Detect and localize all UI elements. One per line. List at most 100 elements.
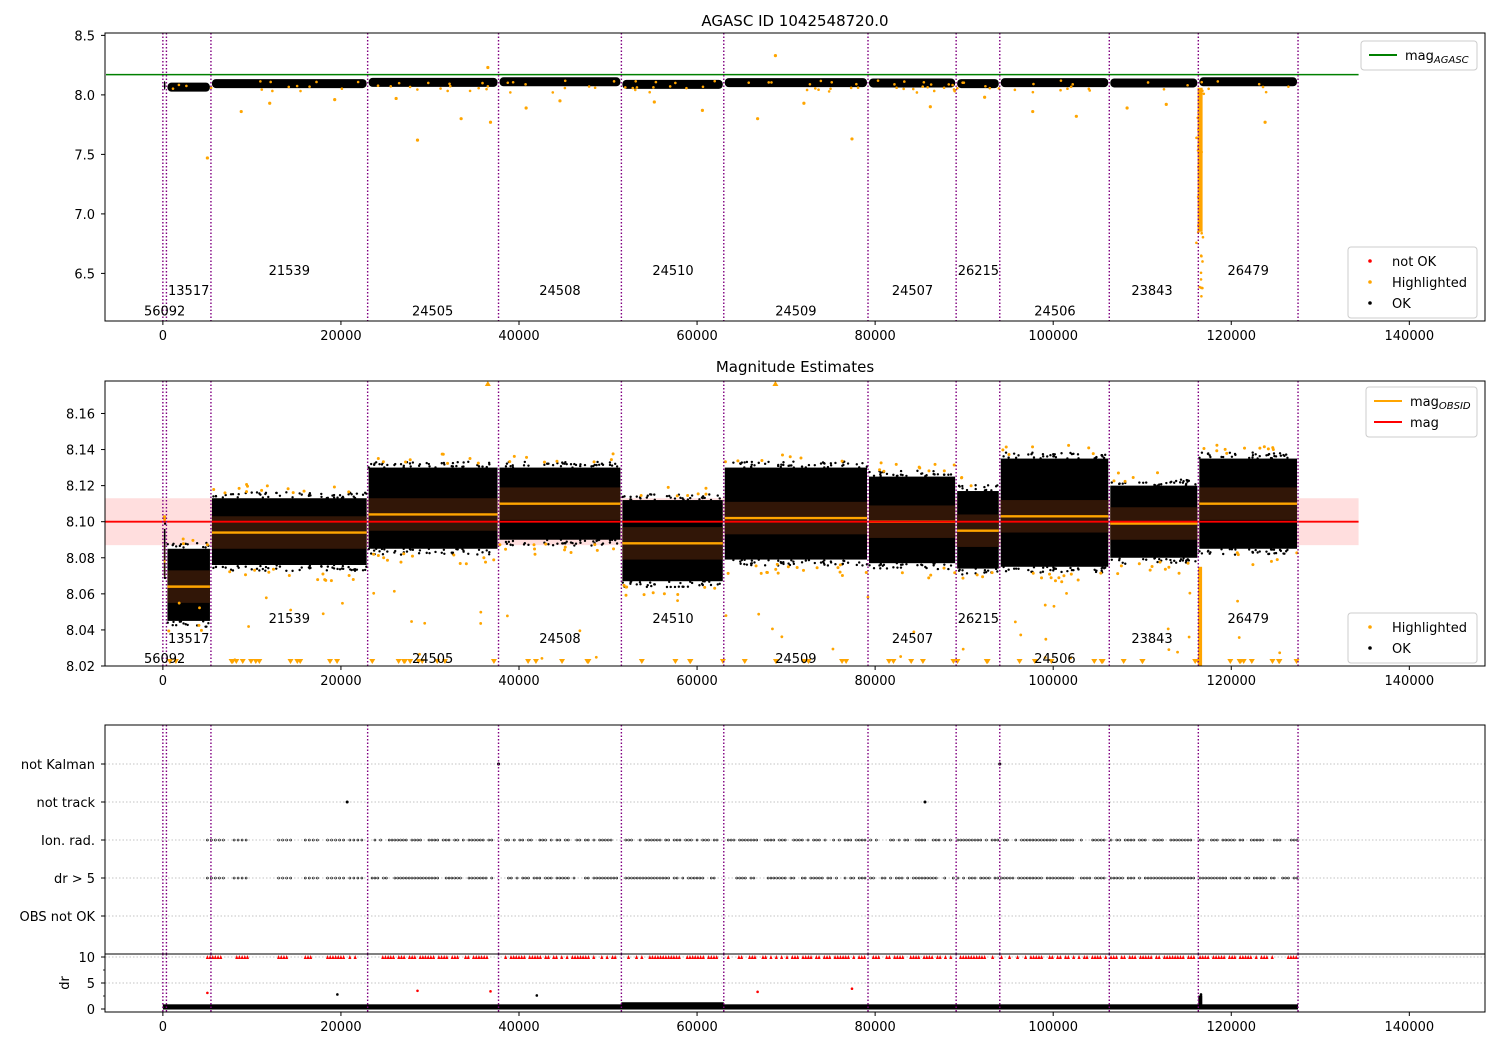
highlighted-point — [1261, 85, 1265, 89]
obsid-label: 24506 — [1034, 652, 1075, 667]
ok-point — [250, 491, 253, 494]
dr-overflow-marker — [898, 955, 902, 959]
panel3-dr-area — [105, 954, 1485, 1012]
highlighted-point — [927, 576, 931, 580]
ok-point — [673, 497, 677, 500]
dr-overflow-marker — [331, 955, 335, 959]
ok-point — [186, 543, 189, 546]
ok-point — [983, 485, 986, 489]
highlighted-point — [423, 621, 427, 625]
ok-point — [1156, 560, 1159, 564]
ok-point — [885, 567, 889, 570]
flag-point — [917, 838, 921, 842]
dr-overflow-marker — [664, 955, 668, 959]
ok-point — [994, 567, 998, 571]
ok-point — [509, 464, 512, 468]
flag-point — [1278, 838, 1282, 842]
highlighted-point — [623, 86, 627, 89]
highlighted-point — [264, 596, 268, 600]
ok-point — [481, 465, 484, 468]
highlighted-point — [776, 571, 780, 575]
ok-point — [986, 569, 990, 572]
flag-point — [277, 838, 280, 842]
highlighted-point — [415, 138, 420, 142]
highlighted-point — [1167, 648, 1171, 652]
ok-point — [1007, 456, 1010, 459]
flag-point — [1082, 876, 1086, 880]
highlighted-point — [508, 460, 512, 464]
highlighted-point — [397, 81, 401, 85]
off-scale-marker — [843, 659, 850, 664]
x-tick-label: 40000 — [498, 1020, 539, 1035]
x-tick-label: 80000 — [854, 329, 895, 344]
dr-outlier — [416, 989, 419, 993]
flag-point — [1215, 838, 1219, 842]
ok-point — [1165, 558, 1168, 561]
ok-point — [1194, 483, 1197, 486]
x-tick-label: 40000 — [498, 674, 539, 689]
ok-point — [974, 484, 977, 487]
flag-point — [838, 838, 841, 842]
ok-point — [434, 550, 437, 554]
obsid-label: 24509 — [775, 304, 816, 319]
highlighted-point — [340, 87, 344, 91]
ok-point — [1282, 552, 1285, 555]
highlighted-point — [1059, 88, 1062, 92]
legend-label-text: mag — [1405, 49, 1434, 64]
highlighted-point — [929, 83, 933, 86]
highlighted-point — [900, 571, 904, 575]
flag-point — [624, 876, 628, 880]
ok-point — [255, 491, 259, 494]
ok-point — [1014, 567, 1018, 570]
legend-label-text: mag — [1410, 416, 1439, 431]
flag-point — [932, 876, 935, 880]
flag-point — [396, 876, 400, 880]
ok-point — [983, 568, 987, 572]
obsid-label: 56092 — [144, 652, 185, 667]
highlighted-point — [757, 612, 761, 616]
dr-overflow-marker — [485, 955, 489, 959]
flag-point — [970, 838, 974, 842]
ok-point — [592, 540, 595, 543]
highlighted-point — [780, 635, 784, 639]
ok-point — [325, 569, 329, 572]
highlighted-point — [286, 487, 290, 491]
x-tick-label: 100000 — [1028, 1020, 1078, 1035]
ok-point — [804, 559, 808, 562]
ok-point — [892, 473, 895, 477]
ok-point — [214, 495, 218, 498]
ok-point — [267, 566, 270, 570]
highlighted-point — [1263, 120, 1267, 124]
dr-overflow-marker — [342, 955, 346, 959]
obsid-label: 56092 — [144, 304, 185, 319]
highlighted-point — [399, 560, 403, 564]
y-tick-label: 8.10 — [66, 516, 95, 531]
flag-point — [675, 876, 679, 880]
ok-point — [522, 543, 526, 546]
highlighted-point — [259, 80, 262, 83]
highlighted-point — [563, 545, 567, 549]
dip-point — [1200, 150, 1203, 154]
flag-point — [393, 876, 397, 880]
x-tick-label: 20000 — [320, 674, 361, 689]
highlighted-point — [316, 578, 320, 582]
ok-point — [264, 492, 267, 496]
ok-point — [298, 568, 301, 572]
highlighted-point — [459, 117, 463, 121]
ok-point — [434, 466, 437, 469]
flag-point — [897, 876, 901, 880]
ok-point — [361, 493, 365, 496]
highlighted-point — [990, 571, 994, 575]
highlighted-point — [1215, 443, 1219, 447]
flag-point — [812, 838, 815, 842]
legend-label: OK — [1392, 642, 1411, 657]
highlighted-point — [532, 543, 536, 547]
ok-point — [1158, 558, 1161, 561]
ok-point — [743, 558, 746, 562]
highlighted-point — [929, 573, 933, 577]
highlighted-point — [486, 65, 490, 70]
ok-point — [201, 620, 205, 623]
panel3-frame — [104, 724, 1486, 1013]
dr-overflow-marker — [1066, 955, 1070, 959]
ok-point — [381, 553, 385, 556]
